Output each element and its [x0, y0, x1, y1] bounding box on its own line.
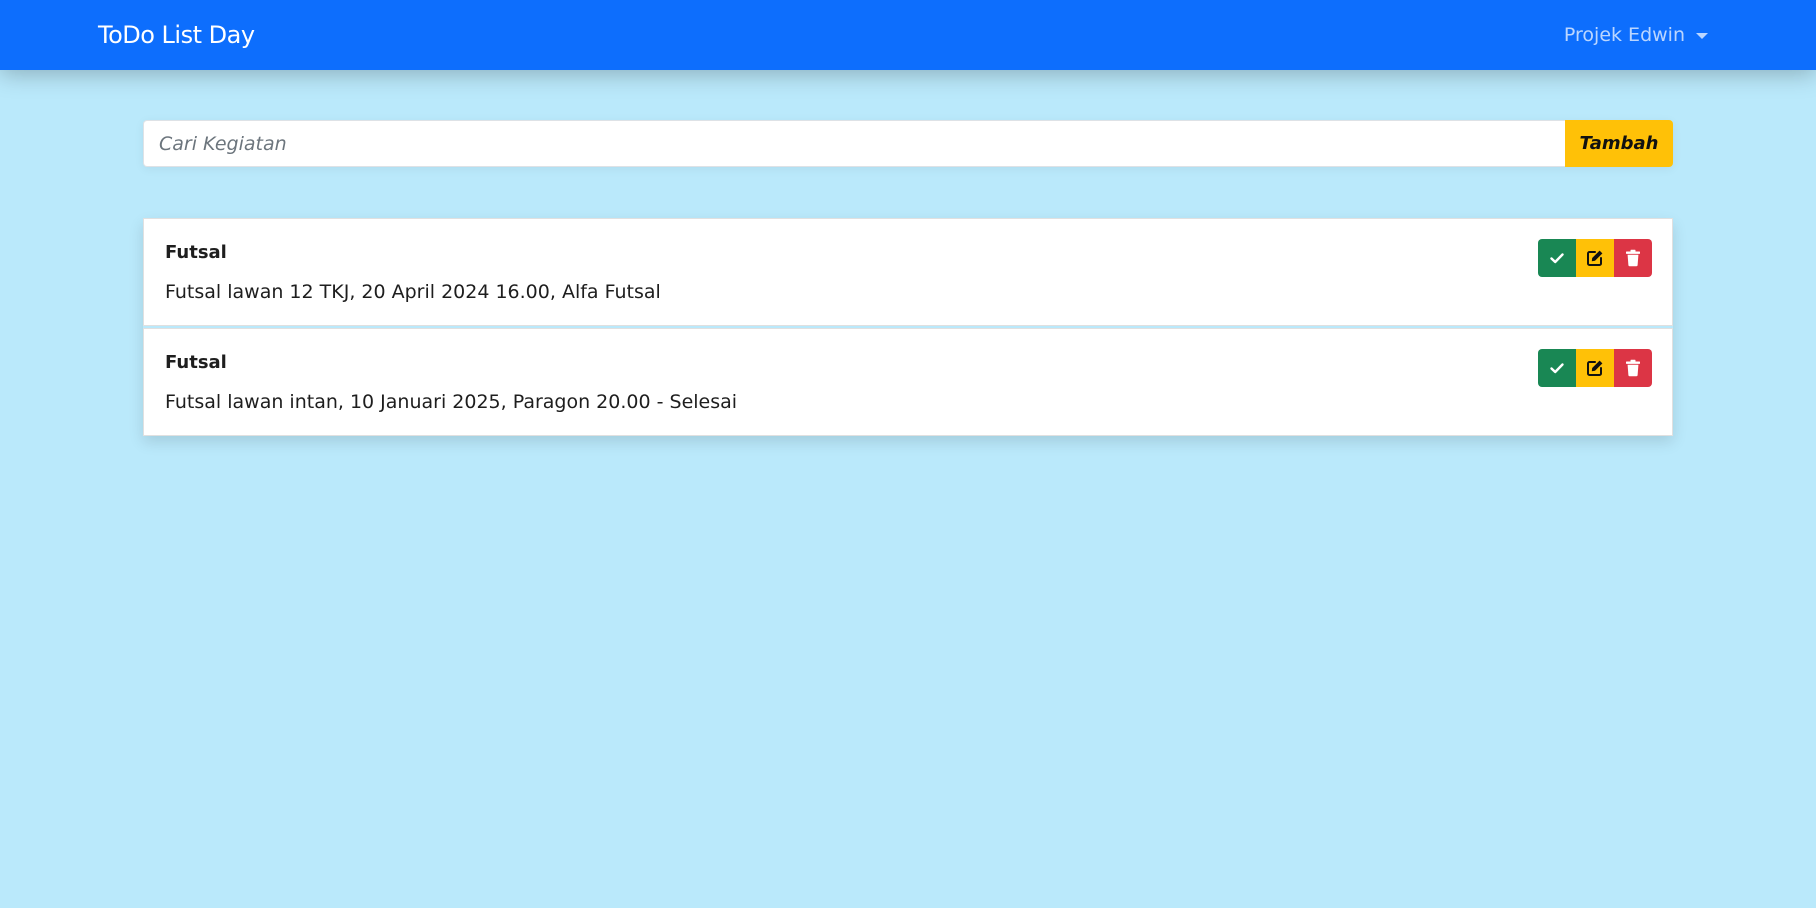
todo-description: Futsal lawan 12 TKJ, 20 April 2024 16.00…: [165, 281, 661, 303]
navbar: ToDo List Day Projek Edwin: [0, 0, 1816, 70]
todo-item: Futsal Futsal lawan 12 TKJ, 20 April 202…: [143, 218, 1673, 326]
search-form: Tambah: [143, 120, 1673, 167]
mark-done-button[interactable]: [1538, 239, 1576, 277]
main-content: Tambah Futsal Futsal lawan 12 TKJ, 20 Ap…: [143, 120, 1673, 436]
trash-icon: [1626, 249, 1640, 267]
edit-button[interactable]: [1576, 349, 1614, 387]
todo-title: Futsal: [165, 242, 227, 263]
todo-actions: [1538, 349, 1652, 387]
delete-button[interactable]: [1614, 239, 1652, 277]
add-button[interactable]: Tambah: [1565, 120, 1673, 167]
todo-actions: [1538, 239, 1652, 277]
user-dropdown-label: Projek Edwin: [1563, 24, 1685, 46]
pencil-square-icon: [1587, 250, 1603, 266]
todo-title: Futsal: [165, 352, 227, 373]
app-brand[interactable]: ToDo List Day: [98, 21, 255, 49]
todo-list: Futsal Futsal lawan 12 TKJ, 20 April 202…: [143, 218, 1673, 436]
trash-icon: [1626, 359, 1640, 377]
user-dropdown-toggle[interactable]: Projek Edwin: [1564, 24, 1708, 46]
delete-button[interactable]: [1614, 349, 1652, 387]
pencil-square-icon: [1587, 360, 1603, 376]
mark-done-button[interactable]: [1538, 349, 1576, 387]
todo-item: Futsal Futsal lawan intan, 10 Januari 20…: [143, 328, 1673, 436]
edit-button[interactable]: [1576, 239, 1614, 277]
search-input[interactable]: [143, 120, 1565, 167]
check-icon: [1550, 253, 1564, 264]
caret-down-icon: [1696, 33, 1708, 39]
check-icon: [1550, 363, 1564, 374]
todo-description: Futsal lawan intan, 10 Januari 2025, Par…: [165, 391, 738, 413]
